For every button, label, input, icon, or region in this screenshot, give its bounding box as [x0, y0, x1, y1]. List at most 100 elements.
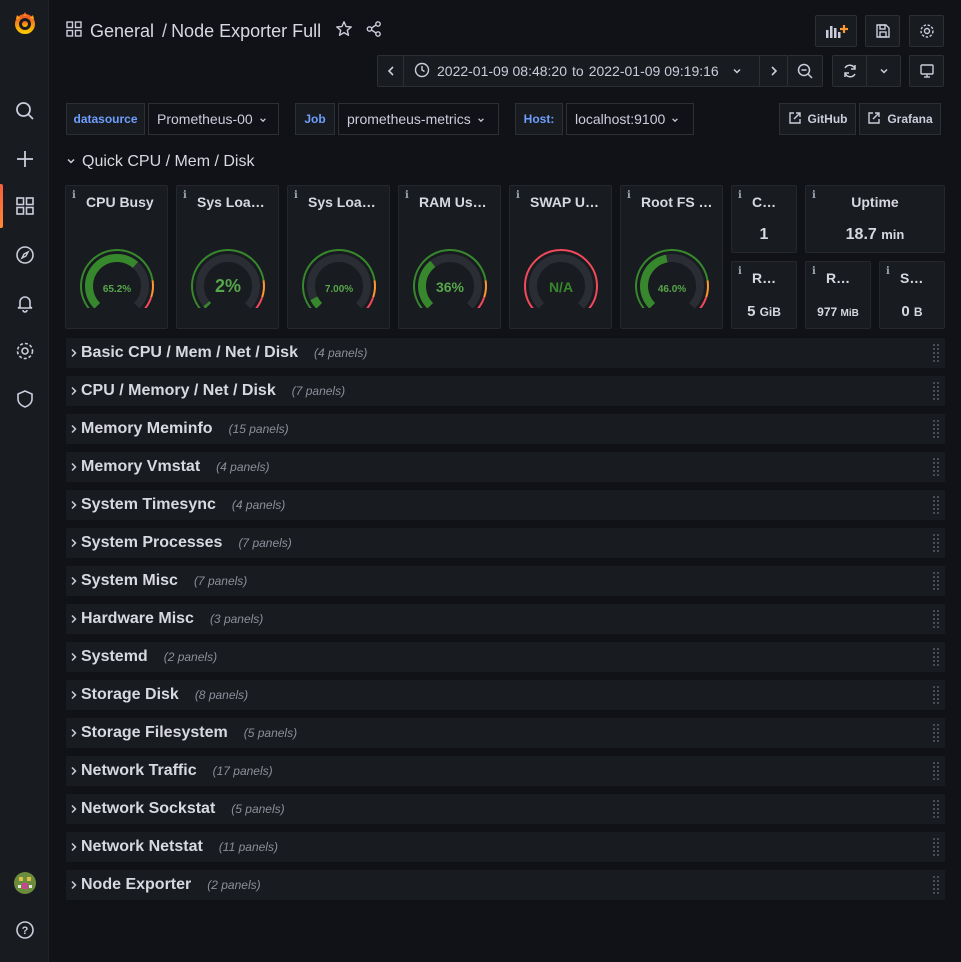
server-admin-shield-icon[interactable]	[12, 386, 38, 412]
time-back-button[interactable]	[377, 55, 404, 87]
gauge-value-text: 65.2%	[103, 284, 131, 295]
info-icon[interactable]: i	[405, 190, 409, 201]
gauge-panel[interactable]: i CPU Busy 65.2%	[65, 185, 168, 329]
drag-handle-icon[interactable]	[933, 495, 941, 515]
collapsed-row[interactable]: Hardware Misc (3 panels)	[66, 604, 945, 634]
user-avatar[interactable]	[12, 870, 38, 896]
stat-value: 0 B	[880, 303, 944, 320]
stat-panel-cpu-cores[interactable]: i C… 1	[731, 185, 797, 253]
share-icon[interactable]	[365, 20, 383, 43]
collapsed-row[interactable]: Node Exporter (2 panels)	[66, 870, 945, 900]
gauge-panel[interactable]: i Sys Loa… 7.00%	[287, 185, 390, 329]
collapsed-row[interactable]: Network Sockstat (5 panels)	[66, 794, 945, 824]
gauge-panel[interactable]: i Sys Loa… 2%	[176, 185, 279, 329]
info-icon[interactable]: i	[886, 266, 890, 277]
row-panel-count: (2 panels)	[207, 878, 261, 892]
star-icon[interactable]	[335, 20, 353, 43]
grafana-link[interactable]: Grafana	[859, 103, 941, 135]
stat-value: 18.7 min	[806, 226, 944, 244]
dashboard-settings-button[interactable]	[909, 15, 944, 47]
drag-handle-icon[interactable]	[933, 381, 941, 401]
uptime-number: 18.7	[845, 226, 877, 243]
create-plus-icon[interactable]	[12, 146, 38, 172]
drag-handle-icon[interactable]	[933, 875, 941, 895]
rootfs-total-unit: MiB	[840, 308, 859, 319]
explore-compass-icon[interactable]	[12, 242, 38, 268]
collapsed-row[interactable]: Basic CPU / Mem / Net / Disk (4 panels)	[66, 338, 945, 368]
drag-handle-icon[interactable]	[933, 761, 941, 781]
drag-handle-icon[interactable]	[933, 685, 941, 705]
datasource-variable-select[interactable]: Prometheus-00	[148, 103, 279, 135]
grafana-logo-icon[interactable]	[12, 10, 38, 36]
job-variable-select[interactable]: prometheus-metrics	[338, 103, 499, 135]
collapsed-row[interactable]: Network Netstat (11 panels)	[66, 832, 945, 862]
info-icon[interactable]: i	[738, 266, 742, 277]
panel-title: C…	[752, 194, 777, 210]
collapsed-row[interactable]: Systemd (2 panels)	[66, 642, 945, 672]
chevron-right-icon	[70, 878, 81, 893]
time-forward-button[interactable]	[759, 55, 788, 87]
stat-panel-ram-total[interactable]: i R… 5 GiB	[731, 261, 797, 329]
panel-title: RAM Us…	[419, 194, 487, 210]
host-variable-select[interactable]: localhost:9100	[566, 103, 694, 135]
save-dashboard-button[interactable]	[865, 15, 900, 47]
drag-handle-icon[interactable]	[933, 799, 941, 819]
drag-handle-icon[interactable]	[933, 343, 941, 363]
help-icon[interactable]: ?	[12, 917, 38, 943]
gauge-panel[interactable]: i SWAP U… N/A	[509, 185, 612, 329]
search-icon[interactable]	[12, 98, 38, 124]
drag-handle-icon[interactable]	[933, 609, 941, 629]
collapsed-row[interactable]: Network Traffic (17 panels)	[66, 756, 945, 786]
row-panel-count: (11 panels)	[218, 840, 278, 854]
info-icon[interactable]: i	[516, 190, 520, 201]
collapsed-row[interactable]: Memory Meminfo (15 panels)	[66, 414, 945, 444]
ram-total-number: 5	[747, 303, 756, 320]
dashboards-icon[interactable]	[12, 193, 38, 219]
alerting-bell-icon[interactable]	[12, 290, 38, 316]
collapsed-row[interactable]: CPU / Memory / Net / Disk (7 panels)	[66, 376, 945, 406]
panel-title: SWAP U…	[530, 194, 599, 210]
stat-panel-rootfs-total[interactable]: i R… 977 MiB	[805, 261, 871, 329]
info-icon[interactable]: i	[812, 266, 816, 277]
zoom-out-button[interactable]	[787, 55, 823, 87]
stat-panel-uptime[interactable]: i Uptime 18.7 min	[805, 185, 945, 253]
panel-title: CPU Busy	[86, 194, 154, 210]
tv-mode-button[interactable]	[909, 55, 944, 87]
collapsed-row[interactable]: System Misc (7 panels)	[66, 566, 945, 596]
drag-handle-icon[interactable]	[933, 533, 941, 553]
chevron-down-icon	[671, 111, 679, 127]
drag-handle-icon[interactable]	[933, 723, 941, 743]
info-icon[interactable]: i	[183, 190, 187, 201]
info-icon[interactable]: i	[294, 190, 298, 201]
drag-handle-icon[interactable]	[933, 571, 941, 591]
add-panel-button[interactable]	[815, 15, 857, 47]
gauge-panel[interactable]: i RAM Us… 36%	[398, 185, 501, 329]
github-link[interactable]: GitHub	[779, 103, 856, 135]
gauge-value-text: 46.0%	[658, 284, 686, 295]
dashboard-title[interactable]: Node Exporter Full	[171, 21, 321, 42]
collapsed-row[interactable]: Storage Filesystem (5 panels)	[66, 718, 945, 748]
swap-total-number: 0	[901, 303, 910, 320]
drag-handle-icon[interactable]	[933, 647, 941, 667]
collapsed-row[interactable]: Storage Disk (8 panels)	[66, 680, 945, 710]
collapsed-row[interactable]: System Timesync (4 panels)	[66, 490, 945, 520]
drag-handle-icon[interactable]	[933, 457, 941, 477]
drag-handle-icon[interactable]	[933, 837, 941, 857]
drag-handle-icon[interactable]	[933, 419, 941, 439]
stat-panel-swap-total[interactable]: i S… 0 B	[879, 261, 945, 329]
refresh-interval-dropdown[interactable]	[866, 55, 901, 87]
info-icon[interactable]: i	[738, 190, 742, 201]
gauge-panel[interactable]: i Root FS … 46.0%	[620, 185, 723, 329]
info-icon[interactable]: i	[72, 190, 76, 201]
time-range-picker[interactable]: 2022-01-09 08:48:20 to 2022-01-09 09:19:…	[403, 55, 760, 87]
collapsed-row[interactable]: Memory Vmstat (4 panels)	[66, 452, 945, 482]
ram-total-unit: GiB	[759, 305, 781, 319]
gauge-threshold-arc	[150, 280, 154, 298]
active-indicator	[0, 184, 3, 228]
collapsed-row[interactable]: System Processes (7 panels)	[66, 528, 945, 558]
row-quick-cpu-mem-disk[interactable]: Quick CPU / Mem / Disk	[66, 150, 254, 174]
configuration-gear-icon[interactable]	[12, 338, 38, 364]
info-icon[interactable]: i	[627, 190, 631, 201]
refresh-button[interactable]	[832, 55, 867, 87]
folder-link[interactable]: General	[90, 21, 154, 42]
